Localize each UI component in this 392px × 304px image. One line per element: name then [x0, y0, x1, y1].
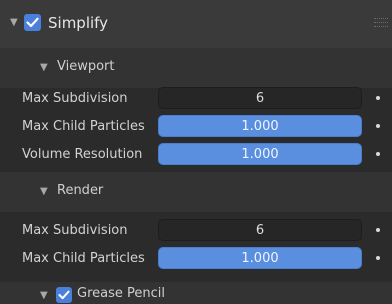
grease-pencil-subpanel-header[interactable]: ▼ Grease Pencil — [0, 282, 392, 304]
checkmark-icon — [58, 290, 70, 300]
render-max-child-particles-row: Max Child Particles 1.000 — [0, 244, 392, 272]
collapse-triangle-icon[interactable]: ▼ — [40, 62, 48, 73]
grease-pencil-subpanel-title: Grease Pencil — [77, 286, 165, 301]
simplify-checkbox[interactable] — [24, 14, 41, 31]
collapse-triangle-icon[interactable]: ▼ — [10, 17, 18, 28]
drag-handle-icon[interactable] — [374, 18, 388, 28]
simplify-panel-title: Simplify — [48, 14, 109, 32]
max-subdivision-field[interactable]: 6 — [158, 87, 362, 109]
max-child-particles-slider[interactable]: 1.000 — [158, 115, 362, 137]
animate-property-dot-icon[interactable] — [376, 152, 380, 156]
max-child-particles-slider[interactable]: 1.000 — [158, 247, 362, 269]
viewport-subpanel-header[interactable]: ▼ Viewport — [0, 48, 392, 88]
collapse-triangle-icon[interactable]: ▼ — [40, 186, 48, 197]
animate-property-dot-icon[interactable] — [376, 228, 380, 232]
grease-pencil-checkbox[interactable] — [56, 287, 72, 303]
animate-property-dot-icon[interactable] — [376, 96, 380, 100]
animate-property-dot-icon[interactable] — [376, 124, 380, 128]
max-subdivision-label: Max Subdivision — [22, 222, 128, 238]
checkmark-icon — [26, 17, 39, 28]
collapse-triangle-icon[interactable]: ▼ — [40, 290, 48, 301]
max-subdivision-label: Max Subdivision — [22, 90, 128, 106]
viewport-max-subdivision-row: Max Subdivision 6 — [0, 84, 392, 112]
simplify-panel-header[interactable]: ▼ Simplify — [0, 0, 392, 48]
render-subpanel-title: Render — [57, 183, 104, 198]
render-subpanel-header[interactable]: ▼ Render — [0, 172, 392, 212]
volume-resolution-label: Volume Resolution — [22, 146, 143, 162]
render-max-subdivision-row: Max Subdivision 6 — [0, 216, 392, 244]
max-child-particles-label: Max Child Particles — [22, 250, 145, 266]
viewport-volume-resolution-row: Volume Resolution 1.000 — [0, 140, 392, 168]
volume-resolution-slider[interactable]: 1.000 — [158, 143, 362, 165]
animate-property-dot-icon[interactable] — [376, 256, 380, 260]
max-child-particles-label: Max Child Particles — [22, 118, 145, 134]
max-subdivision-field[interactable]: 6 — [158, 219, 362, 241]
viewport-max-child-particles-row: Max Child Particles 1.000 — [0, 112, 392, 140]
viewport-subpanel-title: Viewport — [57, 59, 115, 74]
